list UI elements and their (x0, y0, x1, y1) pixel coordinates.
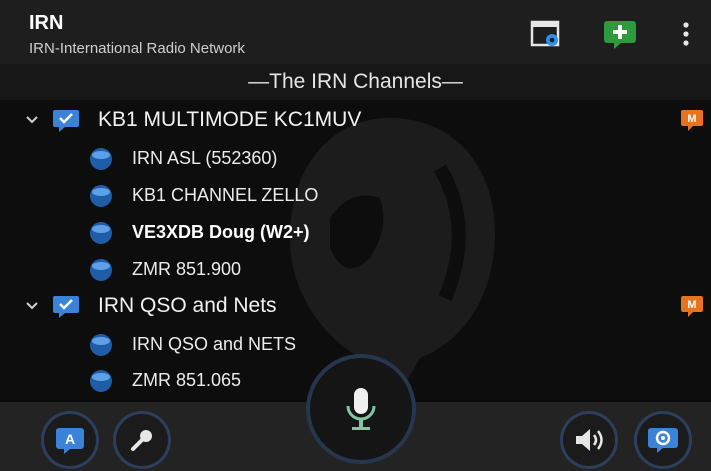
window-gear-icon (530, 20, 560, 47)
group-checked-icon (53, 295, 79, 318)
channel-status-icon (90, 333, 112, 356)
microphone-icon (346, 388, 376, 430)
app-header: IRN IRN-International Radio Network (0, 0, 711, 64)
chevron-down-icon[interactable] (24, 298, 40, 314)
speaker-icon (576, 429, 603, 451)
group-row-kb1-multimode[interactable]: KB1 MULTIMODE KC1MUV M (0, 101, 711, 138)
channel-row[interactable]: VE3XDB Doug (W2+) (0, 214, 711, 251)
channel-label: KB1 CHANNEL ZELLO (132, 185, 319, 205)
app-subtitle: IRN-International Radio Network (29, 40, 245, 57)
chevron-down-icon[interactable] (24, 112, 40, 128)
push-to-talk-button[interactable] (310, 358, 412, 460)
settings-button[interactable] (526, 16, 566, 52)
channels-section-title: —The IRN Channels— (0, 64, 711, 100)
a-bubble-icon: A (56, 428, 84, 454)
group-label: IRN QSO and Nets (98, 293, 277, 317)
moderator-badge-icon: M (681, 109, 703, 131)
add-chat-icon (604, 21, 636, 49)
status-letter: A (65, 431, 75, 447)
chat-bubble-icon (648, 428, 678, 453)
app-title: IRN (29, 12, 64, 34)
badge-letter: M (687, 113, 696, 125)
add-channel-button[interactable] (600, 16, 640, 52)
moderator-badge-icon: M (681, 295, 703, 317)
speaker-button[interactable] (563, 414, 615, 466)
audio-input-button[interactable] (116, 414, 168, 466)
messages-button[interactable] (637, 414, 689, 466)
channel-label: IRN ASL (552360) (132, 148, 278, 168)
channel-status-icon (90, 258, 112, 281)
badge-letter: M (687, 299, 696, 311)
group-row-irn-qso[interactable]: IRN QSO and Nets M (0, 287, 711, 324)
overflow-menu-button[interactable] (666, 16, 706, 52)
channel-status-icon (90, 147, 112, 170)
channel-label-active: VE3XDB Doug (W2+) (132, 222, 310, 242)
channel-row[interactable]: ZMR 851.900 (0, 251, 711, 288)
channel-label: ZMR 851.900 (132, 259, 242, 279)
channel-status-icon (90, 221, 112, 244)
channel-row[interactable]: KB1 CHANNEL ZELLO (0, 177, 711, 214)
channel-list[interactable]: KB1 MULTIMODE KC1MUV M IRN ASL (552360) … (0, 100, 711, 400)
channel-row[interactable]: IRN ASL (552360) (0, 140, 711, 177)
status-button[interactable]: A (44, 414, 96, 466)
channel-label: ZMR 851.065 (132, 370, 242, 390)
channel-label: IRN QSO and NETS (132, 334, 297, 354)
group-checked-icon (53, 109, 79, 132)
app-screen: IRN IRN-International Radio Network —The… (0, 0, 711, 471)
channel-status-icon (90, 184, 112, 207)
microphone-small-icon (131, 430, 152, 451)
more-vert-icon (683, 22, 689, 46)
group-label: KB1 MULTIMODE KC1MUV (98, 107, 362, 131)
channel-status-icon (90, 369, 112, 392)
